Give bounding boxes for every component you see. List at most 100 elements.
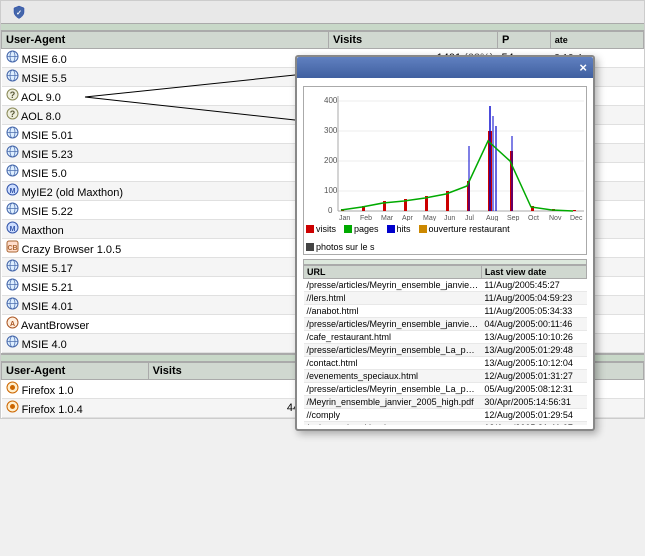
cell-browser-name: MSIE 5.23	[2, 144, 329, 163]
svg-text:?: ?	[9, 90, 15, 100]
legend-ouverture-dot	[419, 225, 427, 233]
lp-cell-date: 12/Aug/2005:21:41:07	[481, 422, 586, 426]
svg-text:Apr: Apr	[402, 215, 414, 221]
shield-icon: ✓	[13, 5, 25, 19]
lp-col-date: Last view date	[481, 266, 586, 279]
cell-browser-name: ? AOL 9.0	[2, 87, 329, 106]
svg-text:Mar: Mar	[381, 215, 394, 221]
lp-cell-date: 04/Aug/2005:00:11:46	[481, 318, 586, 331]
svg-text:Aug: Aug	[486, 215, 499, 221]
legend-visits: visits	[306, 224, 336, 234]
popup-content: 400 300 200 100 0	[297, 78, 593, 429]
lp-cell-date: 12/Aug/2005:01:29:54	[481, 409, 586, 422]
browser-icon	[6, 202, 19, 215]
svg-text:0: 0	[328, 206, 333, 215]
cell-browser-name: MSIE 5.17	[2, 258, 329, 277]
svg-text:200: 200	[324, 156, 338, 165]
list-item: //comply 12/Aug/2005:01:29:54	[304, 409, 587, 422]
browser-icon	[6, 381, 19, 394]
lp-cell-date: 12/Aug/2005:01:31:27	[481, 370, 586, 383]
page-header: ✓	[1, 1, 644, 24]
legend-ouverture: ouverture restaurant	[419, 224, 510, 234]
legend-photos-label: photos sur le s	[316, 242, 375, 252]
chart-legend: visits pages hits ouverture restaurant p…	[306, 224, 584, 252]
col-useragent: User-Agent	[2, 32, 329, 49]
svg-text:Dec: Dec	[570, 215, 583, 221]
list-item: /presse/articles/Meyrin_ensemble_janvier…	[304, 318, 587, 331]
svg-text:May: May	[423, 215, 437, 221]
svg-text:M: M	[9, 226, 15, 233]
svg-text:400: 400	[324, 96, 338, 105]
browser-icon	[6, 145, 19, 158]
cell-browser-name: MSIE 5.21	[2, 277, 329, 296]
browser-icon	[6, 69, 19, 82]
list-item: //lers.html 11/Aug/2005:04:59:23	[304, 292, 587, 305]
svg-text:100: 100	[324, 186, 338, 195]
cell-browser-name: Firefox 1.0	[2, 380, 149, 399]
cell-browser-name: M Maxthon	[2, 220, 329, 239]
svg-text:M: M	[9, 188, 15, 195]
cell-browser-name: MSIE 4.01	[2, 296, 329, 315]
svg-text:?: ?	[9, 109, 15, 119]
browser-icon: M	[6, 221, 19, 234]
lp-cell-date: 13/Aug/2005:10:10:26	[481, 331, 586, 344]
lp-cell-url: /presse/articles/Meyrin_ensemble_La_popo…	[304, 344, 482, 357]
lp-cell-date: 11/Aug/2005:45:27	[481, 279, 586, 292]
cell-browser-name: Firefox 1.0.4	[2, 399, 149, 418]
lp-cell-date: 11/Aug/2005:05:34:33	[481, 305, 586, 318]
svg-text:Jan: Jan	[339, 215, 350, 221]
cell-browser-name: CB Crazy Browser 1.0.5	[2, 239, 329, 258]
browser-icon: CB	[6, 240, 19, 253]
last-pages-scroll[interactable]: URL Last view date /presse/articles/Meyr…	[303, 265, 587, 425]
popup-chart-section: 400 300 200 100 0	[303, 86, 587, 255]
list-item: /cafe_restaurant.html 13/Aug/2005:10:10:…	[304, 331, 587, 344]
svg-text:Nov: Nov	[549, 215, 562, 221]
browser-icon	[6, 278, 19, 291]
lp-cell-url: /presse/articles/Meyrin_ensemble_janvier…	[304, 318, 482, 331]
list-item: /presse/articles/Meyrin_ensemble_La_popo…	[304, 383, 587, 396]
list-item: /auberge_hotel.html 12/Aug/2005:21:41:07	[304, 422, 587, 426]
popup-close-button[interactable]: ×	[579, 60, 587, 75]
browser-icon: ?	[6, 107, 19, 120]
browser-detail-popup: × 400 300 200 100 0	[295, 55, 595, 431]
browser-icon: M	[6, 183, 19, 196]
legend-pages: pages	[344, 224, 379, 234]
cell-browser-name: MSIE 5.22	[2, 201, 329, 220]
list-item: //anabot.html 11/Aug/2005:05:34:33	[304, 305, 587, 318]
lp-cell-url: //lers.html	[304, 292, 482, 305]
chart-area: 400 300 200 100 0	[306, 91, 584, 221]
svg-text:Feb: Feb	[360, 215, 372, 221]
col-visits: Visits	[329, 32, 498, 49]
browser-icon	[6, 50, 19, 63]
browser-icon: ?	[6, 88, 19, 101]
gecko-col-useragent: User-Agent	[2, 363, 149, 380]
lp-cell-date: 05/Aug/2005:08:12:31	[481, 383, 586, 396]
lp-cell-url: /evenements_speciaux.html	[304, 370, 482, 383]
svg-text:Oct: Oct	[528, 215, 539, 221]
svg-text:CB: CB	[7, 245, 17, 252]
browser-icon	[6, 400, 19, 413]
svg-text:Sep: Sep	[507, 215, 520, 221]
legend-ouverture-label: ouverture restaurant	[429, 224, 510, 234]
legend-photos-dot	[306, 243, 314, 251]
browser-icon	[6, 164, 19, 177]
svg-text:A: A	[9, 321, 14, 328]
unknown-link[interactable]: ✓	[13, 5, 28, 19]
lp-cell-url: /presse/articles/Meyrin_ensemble_janvier…	[304, 279, 482, 292]
svg-text:✓: ✓	[16, 10, 22, 17]
last-pages-table: URL Last view date /presse/articles/Meyr…	[303, 265, 587, 425]
browser-icon	[6, 335, 19, 348]
list-item: /contact.html 13/Aug/2005:10:12:04	[304, 357, 587, 370]
browser-icon: A	[6, 316, 19, 329]
browser-icon	[6, 259, 19, 272]
chart-svg: 400 300 200 100 0	[306, 91, 584, 221]
popup-titlebar: ×	[297, 57, 593, 78]
lp-cell-url: /auberge_hotel.html	[304, 422, 482, 426]
lp-cell-date: 13/Aug/2005:10:12:04	[481, 357, 586, 370]
legend-hits-label: hits	[397, 224, 411, 234]
cell-browser-name: ? AOL 8.0	[2, 106, 329, 125]
lp-col-url: URL	[304, 266, 482, 279]
last-pages-section: URL Last view date /presse/articles/Meyr…	[303, 259, 587, 425]
cell-browser-name: MSIE 6.0	[2, 49, 329, 68]
cell-browser-name: MSIE 5.0	[2, 163, 329, 182]
